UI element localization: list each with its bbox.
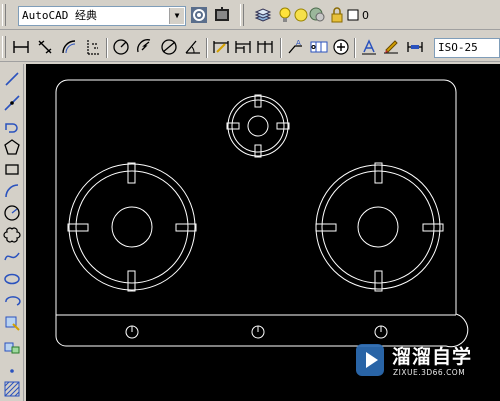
- workspaces-layers-toolbar: AutoCAD 经典 ▼ 0: [0, 0, 500, 30]
- baseline-dimension-icon[interactable]: [234, 38, 252, 56]
- right-burner: [315, 162, 444, 292]
- layer-lock-icon[interactable]: [308, 6, 326, 24]
- dimension-style-dropdown[interactable]: ISO-25: [434, 38, 500, 58]
- arc-icon[interactable]: [3, 182, 21, 200]
- toolbar-grip[interactable]: [2, 4, 6, 26]
- toolbar-grip[interactable]: [240, 4, 244, 26]
- ordinate-dimension-icon[interactable]: [84, 38, 102, 56]
- watermark-title: 溜溜自学: [392, 346, 473, 368]
- hatch-icon[interactable]: [3, 380, 21, 398]
- current-layer-name[interactable]: 0: [362, 9, 369, 22]
- left-knob: [125, 325, 139, 339]
- toolbar-separator: [106, 38, 108, 58]
- middle-knob: [251, 325, 265, 339]
- arc-length-icon[interactable]: [60, 38, 78, 56]
- watermark: 溜溜自学 ZIXUE.3D66.COM: [352, 334, 472, 386]
- toolbar-separator: [280, 38, 282, 58]
- layer-manager-icon[interactable]: [254, 6, 272, 24]
- dimension-text-edit-icon[interactable]: [382, 38, 400, 56]
- aligned-dimension-icon[interactable]: [36, 38, 54, 56]
- ellipse-icon[interactable]: [3, 270, 21, 288]
- tolerance-icon[interactable]: [310, 38, 328, 56]
- left-burner: [67, 162, 197, 292]
- revision-cloud-icon[interactable]: [3, 226, 21, 244]
- layer-color-icon[interactable]: [344, 6, 362, 24]
- workspace-dropdown[interactable]: AutoCAD 经典 ▼: [18, 6, 186, 26]
- quick-dimension-icon[interactable]: [212, 38, 230, 56]
- my-workspace-icon[interactable]: [213, 6, 231, 24]
- quick-leader-icon[interactable]: A: [286, 38, 304, 56]
- radius-dimension-icon[interactable]: [112, 38, 130, 56]
- chevron-down-icon[interactable]: ▼: [169, 8, 184, 24]
- continue-dimension-icon[interactable]: [256, 38, 274, 56]
- circle-icon[interactable]: [3, 204, 21, 222]
- construction-line-icon[interactable]: [3, 94, 21, 112]
- workspace-value: AutoCAD 经典: [22, 9, 97, 22]
- polyline-icon[interactable]: [3, 116, 21, 134]
- dimension-edit-icon[interactable]: [360, 38, 378, 56]
- toolbar-grip[interactable]: [2, 36, 6, 58]
- angular-dimension-icon[interactable]: [184, 38, 202, 56]
- workspace-settings-icon[interactable]: [190, 6, 208, 24]
- toolbar-separator: [206, 38, 208, 58]
- jogged-dimension-icon[interactable]: [136, 38, 154, 56]
- dimension-style-value: ISO-25: [438, 41, 478, 54]
- ellipse-arc-icon[interactable]: [3, 292, 21, 310]
- play-logo-icon: [356, 344, 384, 376]
- small-burner: [226, 94, 290, 158]
- svg-text:A: A: [296, 39, 301, 47]
- center-mark-icon[interactable]: [332, 38, 350, 56]
- watermark-subtitle: ZIXUE.3D66.COM: [393, 368, 466, 377]
- make-block-icon[interactable]: [3, 338, 21, 356]
- spline-icon[interactable]: [3, 248, 21, 266]
- dimension-update-icon[interactable]: [406, 38, 424, 56]
- dimension-toolbar: A ISO-25: [0, 32, 500, 62]
- line-icon[interactable]: [3, 70, 21, 88]
- diameter-dimension-icon[interactable]: [160, 38, 178, 56]
- linear-dimension-icon[interactable]: [12, 38, 30, 56]
- rectangle-icon[interactable]: [3, 160, 21, 178]
- toolbar-separator: [354, 38, 356, 58]
- point-icon[interactable]: [3, 360, 21, 378]
- insert-block-icon[interactable]: [3, 314, 21, 332]
- polygon-icon[interactable]: [3, 138, 21, 156]
- draw-toolbar: [0, 64, 24, 401]
